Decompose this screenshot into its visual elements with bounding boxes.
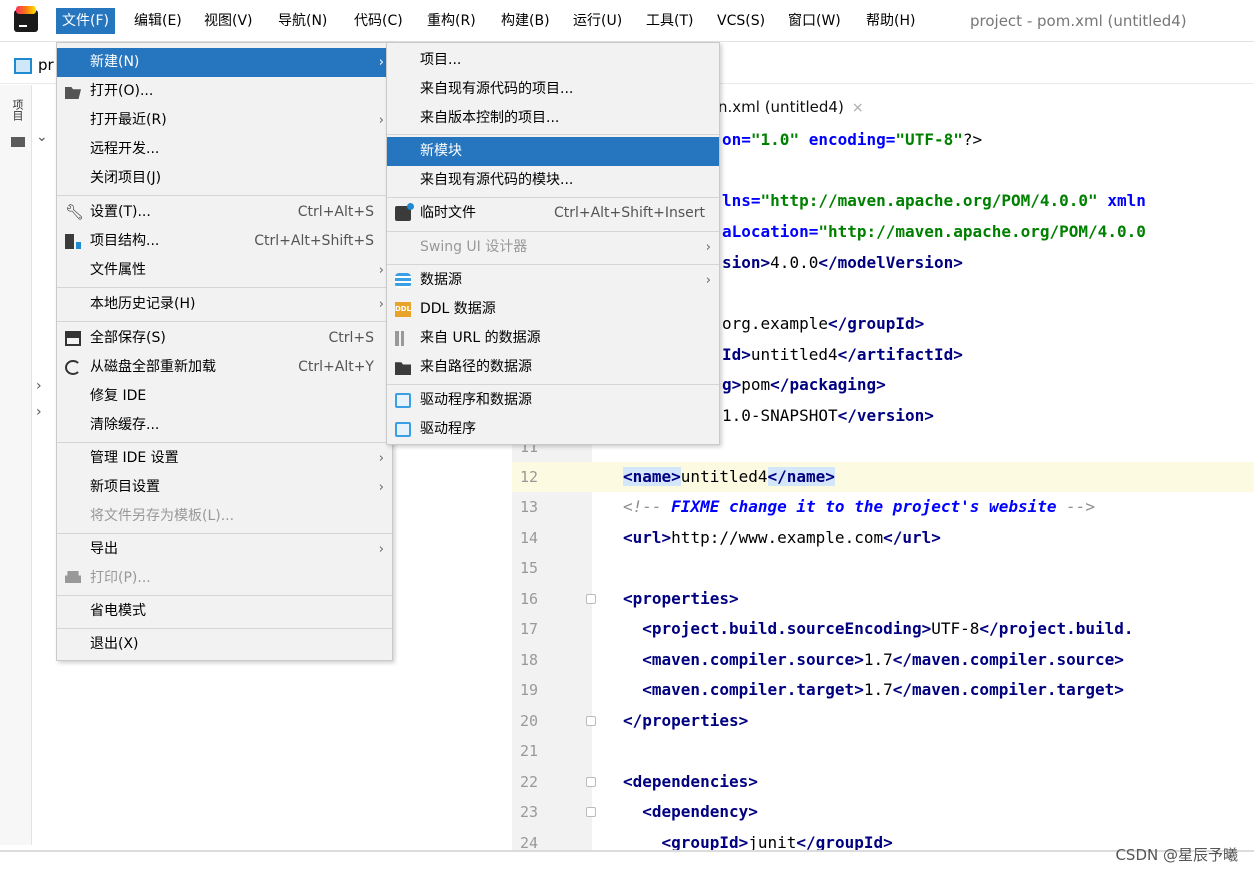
code-line[interactable]: 18 <maven.compiler.source>1.7</maven.com… [512,645,1254,675]
code-line[interactable]: 13 <!-- FIXME change it to the project's … [512,492,1254,522]
menu-tools[interactable]: 工具(T) [640,8,699,34]
wrench-icon: 🔧︎ [65,203,85,221]
submenu-item-project-from-sources[interactable]: 来自现有源代码的项目... [387,75,719,104]
project-icon [14,58,32,74]
fold-icon[interactable] [586,807,596,817]
menu-edit[interactable]: 编辑(E) [128,8,188,34]
code-line[interactable]: 23 <dependency> [512,797,1254,827]
menu-item-open-recent[interactable]: 打开最近(R) › [57,106,392,135]
menu-item-invalidate-caches[interactable]: 清除缓存... [57,411,392,440]
status-bar [0,850,1254,873]
submenu-item-project-from-vcs[interactable]: 来自版本控制的项目... [387,104,719,133]
menu-item-remote-dev[interactable]: 远程开发... [57,135,392,164]
menu-item-reload-all[interactable]: 从磁盘全部重新加载 Ctrl+Alt+Y [57,353,392,382]
submenu-item-swing-designer[interactable]: Swing UI 设计器 › [387,233,719,262]
code-line[interactable]: 17 <project.build.sourceEncoding>UTF-8</… [512,614,1254,644]
menu-item-repair-ide[interactable]: 修复 IDE [57,382,392,411]
fold-icon[interactable] [586,594,596,604]
menu-item-file-properties[interactable]: 文件属性 › [57,256,392,285]
submenu-item-driver-and-source[interactable]: 驱动程序和数据源 [387,386,719,415]
menu-window[interactable]: 窗口(W) [782,8,847,34]
project-tool-tab[interactable]: 项目 [7,99,25,129]
tab-pom-xml[interactable]: n.xml (untitled4) × [718,93,864,121]
menu-item-exit[interactable]: 退出(X) [57,630,392,659]
driver-icon [395,393,411,408]
code-line[interactable]: 21 [512,736,1254,766]
open-folder-icon [65,87,81,99]
tool-window-strip: 项目 ⌄ › › [0,85,48,845]
menu-item-open[interactable]: 打开(O)... [57,77,392,106]
project-breadcrumb[interactable]: pr [38,56,54,74]
code-line[interactable]: 22 <dependencies> [512,767,1254,797]
code-line[interactable]: 20 </properties> [512,706,1254,736]
chevron-right-icon[interactable]: › [36,404,42,420]
url-icon [395,331,411,346]
watermark: CSDN @星辰予曦 [1115,846,1238,864]
save-icon [65,331,81,346]
menu-item-print[interactable]: 打印(P)... [57,564,392,593]
code-line[interactable]: 16 <properties> [512,584,1254,614]
reload-icon [65,360,81,375]
menu-item-manage-ide-settings[interactable]: 管理 IDE 设置 › [57,444,392,473]
menu-run[interactable]: 运行(U) [567,8,628,34]
menu-item-close-project[interactable]: 关闭项目(J) [57,164,392,193]
menu-file[interactable]: 文件(F) [56,8,115,34]
tab-label: n.xml (untitled4) [718,98,844,116]
folder-icon [11,137,25,147]
submenu-item-scratch-file[interactable]: 临时文件 Ctrl+Alt+Shift+Insert [387,199,719,228]
submenu-item-data-source[interactable]: 数据源 › [387,266,719,295]
submenu-item-module-from-sources[interactable]: 来自现有源代码的模块... [387,166,719,195]
chevron-down-icon[interactable]: ⌄ [36,129,48,145]
close-icon[interactable]: × [852,100,864,116]
submenu-item-project[interactable]: 项目... [387,46,719,75]
menu-vcs[interactable]: VCS(S) [711,8,771,34]
menu-item-export[interactable]: 导出 › [57,535,392,564]
scratch-file-icon [395,203,414,221]
menu-navigate[interactable]: 导航(N) [272,8,333,34]
submenu-item-ddl-data-source[interactable]: DDL DDL 数据源 [387,295,719,324]
menu-item-new-project-settings[interactable]: 新项目设置 › [57,473,392,502]
menu-item-save-all[interactable]: 全部保存(S) Ctrl+S [57,324,392,353]
submenu-item-data-source-url[interactable]: 来自 URL 的数据源 [387,324,719,353]
menu-item-local-history[interactable]: 本地历史记录(H) › [57,290,392,319]
new-submenu: 项目... 来自现有源代码的项目... 来自版本控制的项目... 新模块 来自现… [386,42,720,445]
ddl-icon: DDL [395,302,411,317]
menu-build[interactable]: 构建(B) [495,8,556,34]
menu-bar: 文件(F) 编辑(E) 视图(V) 导航(N) 代码(C) 重构(R) 构建(B… [0,0,1254,42]
menu-item-settings[interactable]: 🔧︎ 设置(T)... Ctrl+Alt+S [57,198,392,227]
project-structure-icon [65,234,81,249]
menu-item-power-save[interactable]: 省电模式 [57,597,392,626]
menu-item-save-as-template[interactable]: 将文件另存为模板(L)... [57,502,392,531]
menu-refactor[interactable]: 重构(R) [421,8,482,34]
driver-icon [395,422,411,437]
code-line-current[interactable]: 12 <name>untitled4</name> [512,462,1254,492]
database-icon [395,273,411,288]
submenu-item-data-source-path[interactable]: 来自路径的数据源 [387,353,719,382]
submenu-item-driver[interactable]: 驱动程序 [387,415,719,444]
folder-icon [395,362,411,375]
fold-icon[interactable] [586,716,596,726]
code-line[interactable]: 14 <url>http://www.example.com</url> [512,523,1254,553]
menu-item-project-structure[interactable]: 项目结构... Ctrl+Alt+Shift+S [57,227,392,256]
chevron-right-icon[interactable]: › [36,378,42,394]
fold-icon[interactable] [586,777,596,787]
file-menu-dropdown: 新建(N) › 打开(O)... 打开最近(R) › 远程开发... 关闭项目(J)… [56,42,393,661]
menu-view[interactable]: 视图(V) [198,8,259,34]
menu-code[interactable]: 代码(C) [348,8,409,34]
intellij-logo-icon [14,6,38,32]
menu-help[interactable]: 帮助(H) [860,8,921,34]
menu-item-new[interactable]: 新建(N) › [57,48,392,77]
submenu-item-new-module[interactable]: 新模块 [387,137,719,166]
code-line[interactable]: 19 <maven.compiler.target>1.7</maven.com… [512,675,1254,705]
code-line[interactable]: 15 [512,553,1254,583]
print-icon [65,571,81,583]
window-title: project - pom.xml (untitled4) [970,12,1187,30]
